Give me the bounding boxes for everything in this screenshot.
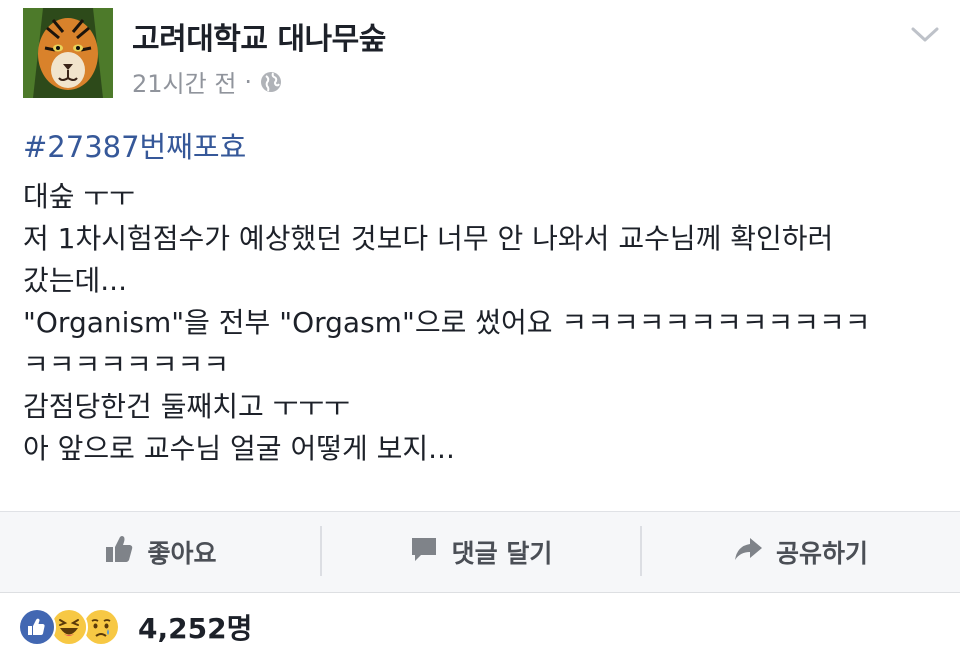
post-timestamp[interactable]: 21시간 전 (132, 64, 236, 99)
post-body-line: 대숲 ㅜㅜ (23, 180, 135, 213)
post-meta: 21시간 전 · (132, 64, 282, 99)
comment-label: 댓글 달기 (451, 539, 553, 568)
share-button[interactable]: 공유하기 (640, 512, 960, 592)
reaction-count: 4,252명 (138, 612, 253, 645)
like-icon (18, 608, 56, 646)
share-icon (732, 533, 764, 571)
share-label: 공유하기 (775, 539, 868, 568)
post-body: 대숲 ㅜㅜ 저 1차시험점수가 예상했던 것보다 너무 안 나와서 교수님께 확… (23, 176, 938, 470)
page-avatar[interactable] (23, 8, 113, 98)
post-body-line: "Organism"을 전부 "Orgasm"으로 썼어요 ㅋㅋㅋㅋㅋㅋㅋㅋㅋㅋ… (23, 306, 871, 339)
like-label: 좋아요 (147, 539, 217, 568)
globe-icon (260, 71, 282, 93)
meta-separator: · (244, 67, 253, 96)
post-body-line: 감점당한건 둘째치고 ㅜㅜㅜ (23, 390, 350, 423)
comment-button[interactable]: 댓글 달기 (320, 512, 640, 592)
post-body-line: ㅋㅋㅋㅋㅋㅋㅋㅋ (23, 348, 230, 381)
page-name[interactable]: 고려대학교 대나무숲 (132, 14, 386, 58)
chevron-down-icon[interactable] (910, 24, 940, 46)
post-body-line: 저 1차시험점수가 예상했던 것보다 너무 안 나와서 교수님께 확인하러 (23, 222, 834, 255)
reaction-icons (18, 608, 120, 646)
comment-icon (408, 533, 440, 571)
post-hashtag[interactable]: #27387번째포효 (23, 124, 246, 166)
like-button[interactable]: 좋아요 (0, 512, 320, 592)
reactions-summary[interactable]: 4,252명 (18, 606, 252, 648)
post-header: 고려대학교 대나무숲 21시간 전 · (0, 0, 960, 110)
thumbs-up-icon (103, 533, 135, 571)
post-body-line: 아 앞으로 교수님 얼굴 어떻게 보지... (23, 432, 455, 465)
tiger-avatar-image (23, 8, 113, 98)
action-bar: 좋아요 댓글 달기 공유하기 (0, 511, 960, 593)
post-body-line: 갔는데... (23, 264, 127, 297)
